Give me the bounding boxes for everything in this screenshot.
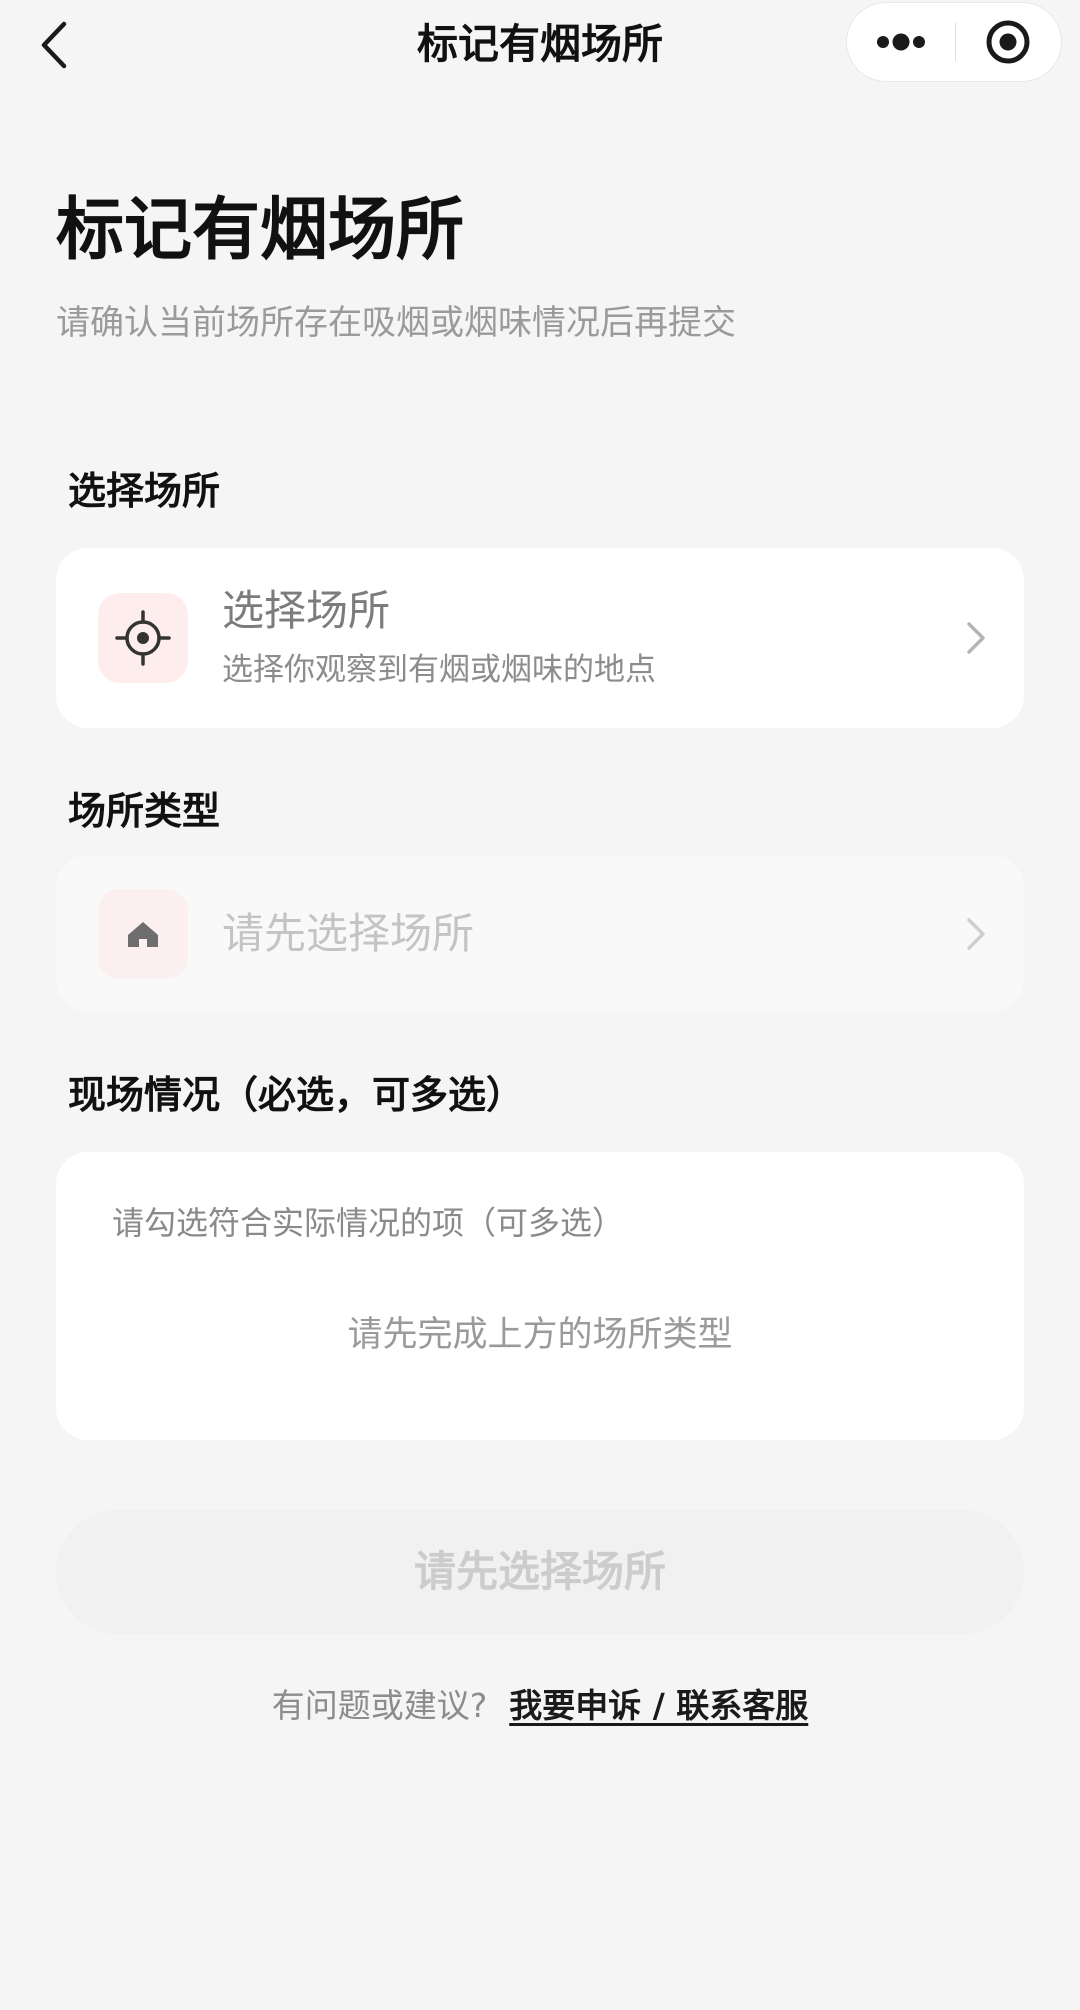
more-dots-icon xyxy=(877,33,925,51)
submit-button[interactable]: 请先选择场所 xyxy=(56,1510,1024,1634)
location-icon-box xyxy=(98,593,188,683)
home-icon xyxy=(128,922,158,947)
page-subtitle: 请确认当前场所存在吸烟或烟味情况后再提交 xyxy=(56,303,736,343)
place-type-placeholder: 请先选择场所 xyxy=(222,909,475,958)
footer-help: 有问题或建议? 我要申诉 / 联系客服 xyxy=(0,1682,1080,1730)
target-close-icon xyxy=(986,20,1030,64)
condition-section-label: 现场情况（必选，可多选） xyxy=(68,1073,525,1117)
location-card-subtitle: 选择你观察到有烟或烟味的地点 xyxy=(222,652,656,688)
chevron-right-icon xyxy=(967,622,985,654)
navigation-bar: 标记有烟场所 xyxy=(0,0,1080,92)
location-section-label: 选择场所 xyxy=(68,469,221,513)
type-section-label: 场所类型 xyxy=(68,789,221,833)
place-type-card[interactable]: 请先选择场所 xyxy=(56,856,1024,1012)
footer-question: 有问题或建议? xyxy=(271,1686,488,1725)
mini-program-capsule xyxy=(846,2,1062,82)
close-button[interactable] xyxy=(956,3,1061,81)
select-location-card[interactable]: 选择场所 选择你观察到有烟或烟味的地点 xyxy=(56,548,1024,728)
location-card-title: 选择场所 xyxy=(222,586,391,635)
condition-hint: 请勾选符合实际情况的项（可多选） xyxy=(112,1204,625,1242)
condition-empty-text: 请先完成上方的场所类型 xyxy=(347,1315,733,1355)
chevron-right-icon xyxy=(967,918,985,950)
crosshair-icon xyxy=(115,610,171,666)
condition-card: 请勾选符合实际情况的项（可多选） 请先完成上方的场所类型 xyxy=(56,1152,1024,1440)
more-button[interactable] xyxy=(847,3,955,81)
page-title: 标记有烟场所 xyxy=(56,191,465,270)
home-icon-box xyxy=(98,889,188,979)
appeal-contact-link[interactable]: 我要申诉 / 联系客服 xyxy=(509,1686,808,1725)
